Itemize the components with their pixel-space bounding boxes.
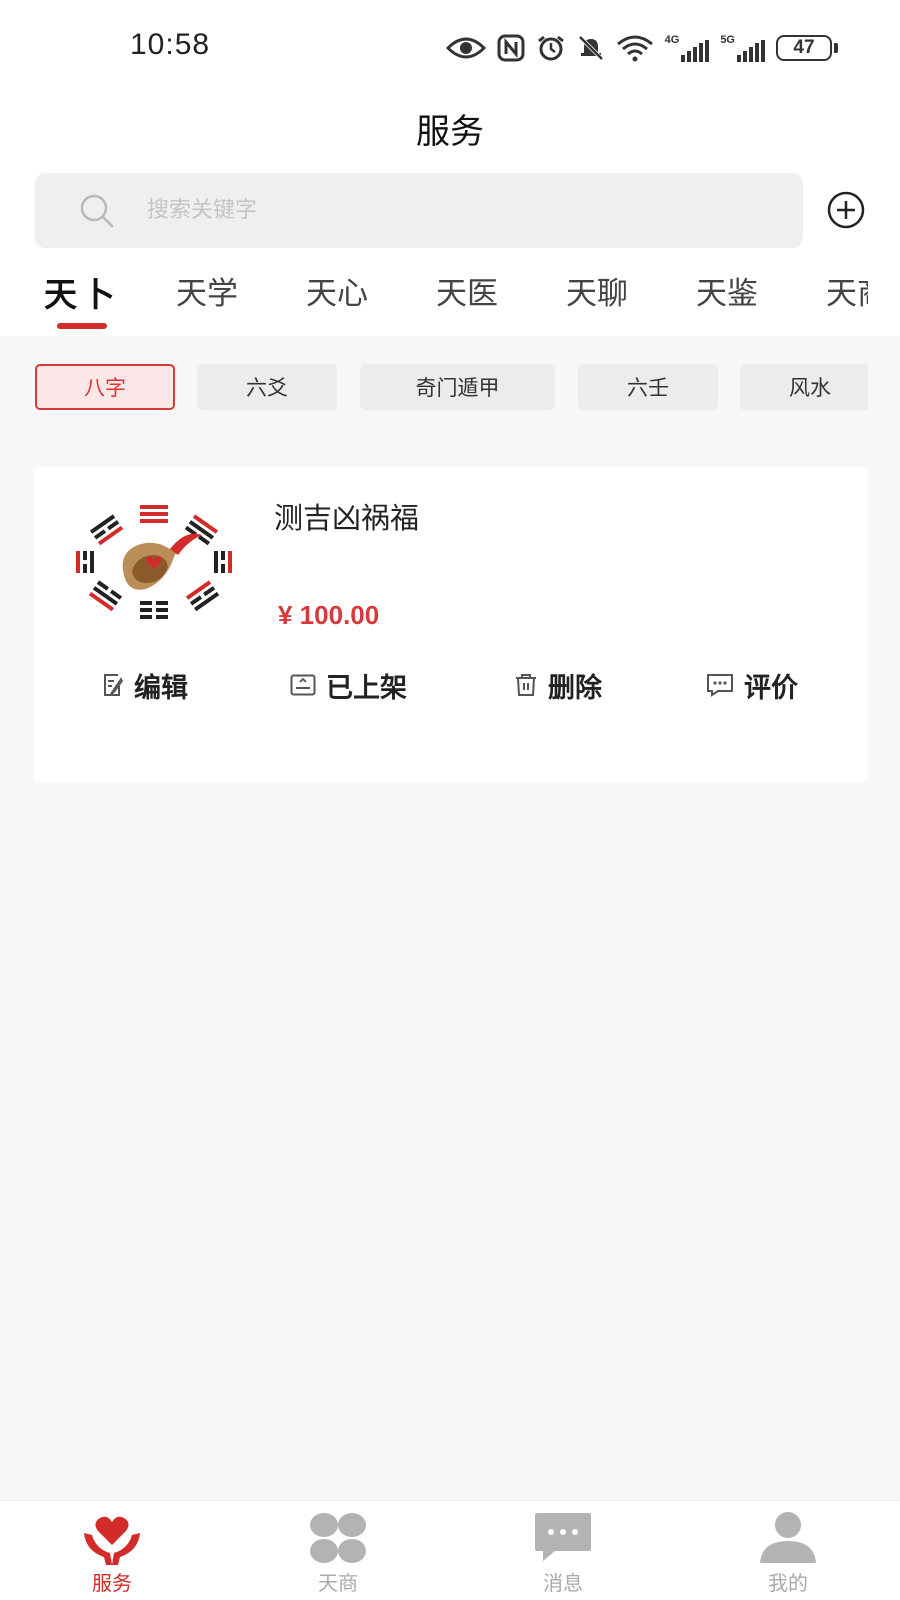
shelf-icon: [290, 674, 316, 696]
chip-liuren[interactable]: 六壬: [578, 364, 718, 410]
tab-tianshang[interactable]: 天商: [826, 268, 868, 313]
chip-bazi[interactable]: 八字: [35, 364, 175, 410]
delete-label: 删除: [548, 672, 602, 704]
header: 服务 天卜 天学 天心 天医 天聊 天鉴 天商: [0, 96, 900, 336]
nfc-icon: [497, 34, 525, 62]
search-box[interactable]: [35, 173, 803, 248]
service-title: 测吉凶祸福: [274, 501, 420, 535]
edit-label: 编辑: [134, 672, 188, 704]
bagua-logo: [76, 505, 232, 619]
card-actions: 编辑 已上架 删除 评价: [34, 657, 868, 713]
main-tabs: 天卜 天学 天心 天医 天聊 天鉴 天商: [0, 266, 868, 336]
sub-category-chips: 八字 六爻 奇门遁甲 六壬 风水: [0, 364, 868, 412]
signal-5g-icon: 5G: [720, 34, 765, 62]
network-4g-label: 4G: [664, 34, 680, 46]
service-card[interactable]: 测吉凶祸福 ¥ 100.00 编辑 已上架 删除 评价: [34, 467, 868, 782]
nav-shop-label: 天商: [318, 1571, 358, 1595]
service-price: ¥ 100.00: [278, 600, 380, 630]
tab-tianxue[interactable]: 天学: [176, 268, 238, 313]
tab-tianxin[interactable]: 天心: [306, 268, 368, 313]
tab-tianbu[interactable]: 天卜: [44, 268, 120, 316]
page-title: 服务: [416, 112, 484, 152]
add-circle-icon[interactable]: [826, 190, 866, 230]
review-label: 评价: [744, 672, 798, 704]
nav-service[interactable]: 服务: [42, 1501, 182, 1600]
heart-hands-icon: [84, 1516, 140, 1565]
network-5g-label: 5G: [720, 34, 735, 46]
review-button[interactable]: 评价: [706, 657, 798, 713]
delete-button[interactable]: 删除: [514, 657, 602, 713]
chat-bubble-icon: [535, 1513, 591, 1561]
nav-messages[interactable]: 消息: [493, 1501, 633, 1600]
clover-icon: [310, 1513, 366, 1563]
nav-service-label: 服务: [92, 1571, 132, 1595]
comment-icon: [707, 674, 733, 697]
search-input[interactable]: [147, 173, 767, 248]
edit-icon: [104, 674, 124, 696]
chip-fengshui[interactable]: 风水: [740, 364, 868, 410]
chip-qimen[interactable]: 奇门遁甲: [360, 364, 555, 410]
nav-shop[interactable]: 天商: [268, 1501, 408, 1600]
eye-icon: [445, 37, 486, 59]
listed-label: 已上架: [326, 672, 407, 704]
search-icon: [80, 194, 114, 228]
nav-messages-label: 消息: [543, 1571, 583, 1595]
active-tab-indicator: [57, 323, 107, 329]
chip-liuyao[interactable]: 六爻: [197, 364, 337, 410]
tab-tianjian[interactable]: 天鉴: [696, 268, 758, 313]
trash-icon: [516, 674, 536, 696]
status-time: 10:58: [130, 28, 211, 61]
signal-4g-icon: 4G: [665, 34, 710, 62]
battery-level: 47: [776, 35, 832, 61]
tab-tianyi[interactable]: 天医: [436, 268, 498, 313]
bottom-nav: 服务 天商 消息 我的: [0, 1500, 900, 1600]
person-icon: [760, 1512, 816, 1563]
tab-tianliao[interactable]: 天聊: [566, 268, 628, 313]
nav-mine[interactable]: 我的: [718, 1501, 858, 1600]
battery-icon: 47: [776, 35, 838, 61]
nav-mine-label: 我的: [768, 1571, 808, 1595]
mute-bell-icon: [578, 35, 604, 61]
wifi-icon: [616, 35, 653, 62]
status-icons: 4G 5G 47: [445, 32, 838, 64]
listed-status-button[interactable]: 已上架: [290, 657, 407, 713]
status-bar: 10:58 4G 5G 47: [0, 0, 900, 96]
edit-button[interactable]: 编辑: [102, 657, 188, 713]
alarm-icon: [537, 35, 564, 61]
